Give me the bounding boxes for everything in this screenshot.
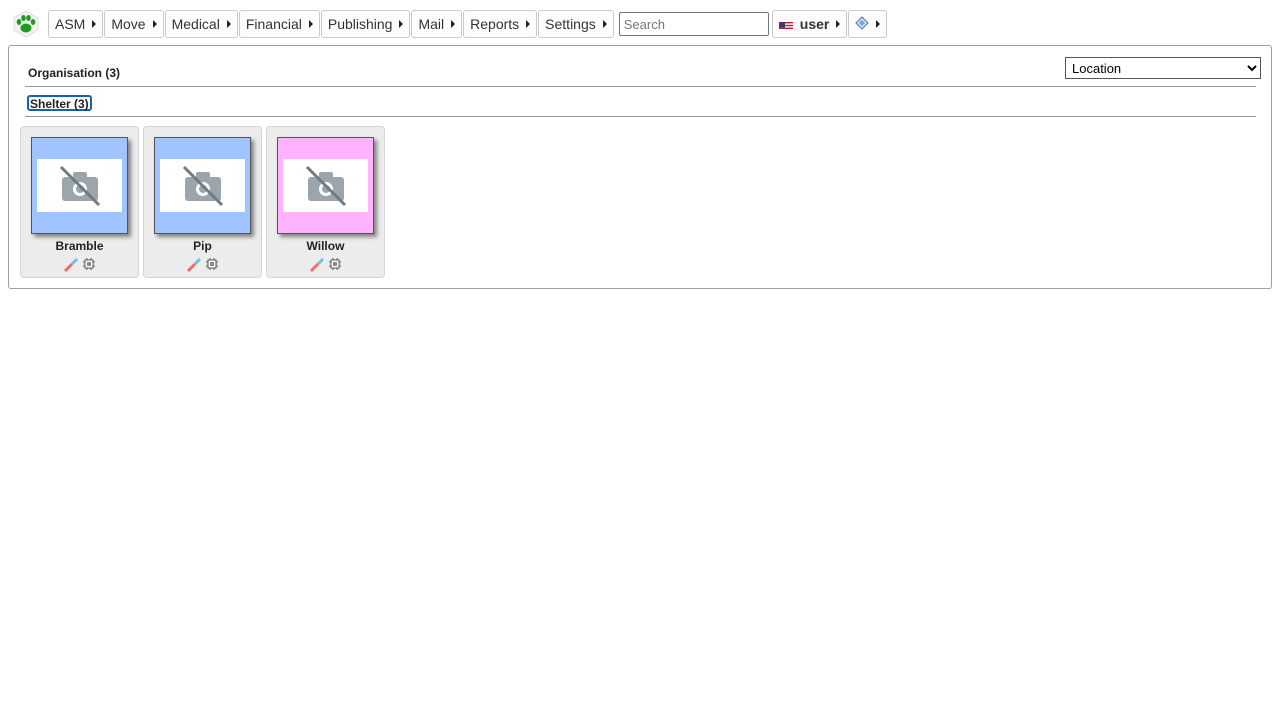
syringe-icon [63, 257, 79, 276]
menu-label: ASM [55, 16, 86, 32]
view-mode-select[interactable]: Location [1065, 57, 1261, 79]
no-camera-icon [283, 159, 368, 212]
microchip-icon [205, 257, 219, 276]
menu-move-button[interactable]: Move [104, 10, 164, 38]
menu-label: Reports [470, 16, 520, 32]
menu-label: Medical [171, 16, 220, 32]
search-input[interactable] [618, 12, 769, 36]
caret-right-icon [152, 20, 157, 28]
menu-label: Move [111, 16, 146, 32]
divider [25, 86, 1256, 87]
animal-status-icons [21, 257, 138, 276]
divider [25, 116, 1256, 117]
caret-right-icon [92, 20, 97, 28]
microchip-icon [82, 257, 96, 276]
animal-status-icons [267, 257, 384, 276]
caret-right-icon [876, 20, 881, 28]
no-camera-icon [160, 159, 245, 212]
menu-settings-button[interactable]: Settings [538, 10, 614, 38]
animal-thumbnail[interactable] [31, 137, 128, 234]
menu-label: Mail [418, 16, 445, 32]
menu-mail-button[interactable]: Mail [411, 10, 463, 38]
syringe-icon [186, 257, 202, 276]
no-camera-icon [37, 159, 122, 212]
syringe-icon [309, 257, 325, 276]
menu-financial-button[interactable]: Financial [238, 10, 320, 38]
top-menu-bar: ASM Move Medical Financial Publishing Ma… [8, 8, 888, 40]
animal-name[interactable]: Pip [144, 239, 261, 253]
diamond-help-icon [855, 15, 870, 33]
animal-thumbnail[interactable] [154, 137, 251, 234]
animal-name[interactable]: Bramble [21, 239, 138, 253]
caret-right-icon [308, 20, 313, 28]
caret-right-icon [836, 20, 841, 28]
animal-status-icons [144, 257, 261, 276]
organisation-group-header[interactable]: Organisation (3) [28, 66, 120, 80]
animal-card-list: Bramble Pip Willow [20, 126, 385, 278]
paw-logo-icon[interactable] [8, 8, 44, 40]
caret-right-icon [526, 20, 531, 28]
shelter-group-tab[interactable]: Shelter (3) [27, 95, 92, 111]
microchip-icon [328, 257, 342, 276]
animal-name[interactable]: Willow [267, 239, 384, 253]
animal-card[interactable]: Pip [143, 126, 262, 278]
caret-right-icon [226, 20, 231, 28]
caret-right-icon [602, 20, 607, 28]
user-label: user [799, 16, 830, 32]
animal-thumbnail[interactable] [277, 137, 374, 234]
help-menu-button[interactable] [848, 10, 888, 38]
menu-asm-button[interactable]: ASM [48, 10, 104, 38]
caret-right-icon [451, 20, 456, 28]
animal-view-panel: Location Organisation (3) Shelter (3) Br… [8, 45, 1272, 289]
menu-label: Publishing [327, 16, 393, 32]
user-menu-button[interactable]: user [771, 10, 848, 38]
menu-label: Settings [545, 16, 596, 32]
animal-card[interactable]: Willow [266, 126, 385, 278]
menu-publishing-button[interactable]: Publishing [320, 10, 411, 38]
animal-card[interactable]: Bramble [20, 126, 139, 278]
menu-label: Financial [245, 16, 302, 32]
caret-right-icon [399, 20, 404, 28]
menu-reports-button[interactable]: Reports [463, 10, 538, 38]
us-flag-icon [778, 19, 793, 29]
menu-medical-button[interactable]: Medical [164, 10, 238, 38]
